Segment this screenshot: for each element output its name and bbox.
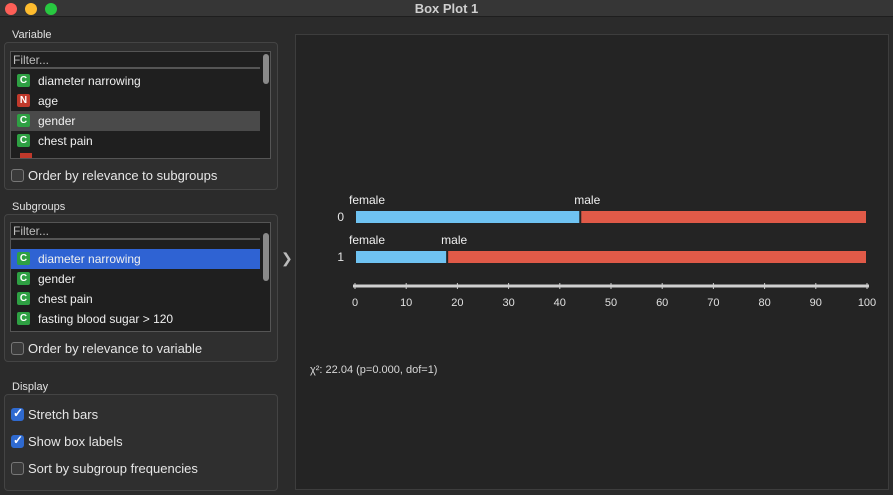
partial-item-badge [20,153,32,158]
x-tick-label: 100 [858,297,876,309]
variable-type-badge: C [17,114,30,127]
order-by-relevance-variable-label: Order by relevance to variable [28,341,203,356]
variable-item[interactable]: C diameter narrowing [11,71,260,91]
x-tick-label: 40 [554,297,566,309]
x-tick-label: 50 [605,297,617,309]
x-tick-label: 20 [451,297,463,309]
variable-item-label: gender [38,114,76,128]
bar-segment [356,211,580,223]
sort-by-subgroup-frequencies-checkbox[interactable] [11,462,24,475]
box-plot-chart: 0 female male 1 female male 0 10 20 30 40 50 60 70 80 9… [310,193,876,376]
display-group: Stretch bars Show box labels Sort by sub… [4,394,278,491]
variable-item[interactable]: N age [11,91,260,111]
title-bar: Box Plot 1 [0,0,893,17]
x-tick-label: 90 [810,297,822,309]
sort-by-subgroup-frequencies-label: Sort by subgroup frequencies [28,461,198,476]
box-label: male [574,193,600,207]
variable-scrollbar[interactable] [263,54,269,84]
x-tick-label: 80 [758,297,770,309]
subgroups-type-badge: C [17,312,30,325]
variable-group: Filter... C diameter narrowing N age C g… [4,42,278,190]
variable-item-label: chest pain [38,134,93,148]
x-tick-label: 60 [656,297,668,309]
show-box-labels-label: Show box labels [28,434,123,449]
variable-type-badge: N [17,94,30,107]
x-tick-label: 0 [352,297,358,309]
order-by-relevance-subgroups-checkbox[interactable] [11,169,24,182]
subgroups-item-selected[interactable]: C diameter narrowing [11,249,260,269]
window-title: Box Plot 1 [414,1,479,16]
x-tick-label: 30 [502,297,514,309]
subgroups-type-badge: C [17,252,30,265]
row-label: 0 [337,210,344,224]
subgroups-type-badge: C [17,292,30,305]
subgroups-item-label: fasting blood sugar > 120 [38,312,174,326]
variable-item-selected[interactable]: C gender [11,111,260,131]
box-label: female [349,193,385,207]
x-tick-label: 10 [400,297,412,309]
box-label: male [441,233,467,247]
subgroups-item[interactable]: C gender [11,269,260,289]
show-box-labels-checkbox[interactable] [11,433,24,448]
stretch-bars-label: Stretch bars [28,407,99,422]
box-label: female [349,233,385,247]
x-tick-label: 70 [707,297,719,309]
collapse-panel-icon[interactable]: ❯ [281,250,293,267]
bar-segment [448,251,866,263]
row-label: 1 [337,250,344,264]
variable-list[interactable]: Filter... C diameter narrowing N age C g… [10,51,271,159]
variable-section-label: Variable [12,29,52,41]
subgroups-scrollbar[interactable] [263,233,269,281]
subgroups-list[interactable]: Filter... C diameter narrowing C gender … [10,222,271,332]
subgroups-section-label: Subgroups [12,201,66,213]
subgroups-item-label: gender [38,272,76,286]
order-by-relevance-variable-checkbox[interactable] [11,342,24,355]
subgroups-type-badge: C [17,272,30,285]
stretch-bars-checkbox[interactable] [11,406,24,421]
variable-filter-input[interactable]: Filter... [11,52,260,69]
subgroups-item[interactable]: C chest pain [11,289,260,309]
bar-segment [356,251,447,263]
variable-item[interactable]: C chest pain [11,131,260,151]
subgroups-item[interactable]: C fasting blood sugar > 120 [11,309,260,329]
display-section-label: Display [12,381,49,393]
variable-item-label: diameter narrowing [38,74,141,88]
subgroups-filter-input[interactable]: Filter... [11,223,260,240]
variable-type-badge: C [17,74,30,87]
subgroups-group: Filter... C diameter narrowing C gender … [4,214,278,362]
order-by-relevance-subgroups-label: Order by relevance to subgroups [28,168,218,183]
subgroups-item-label: chest pain [38,292,93,306]
variable-item-label: age [38,94,59,108]
subgroups-item-label: diameter narrowing [38,252,141,266]
bar-segment [581,211,866,223]
plot-area: 0 female male 1 female male 0 10 20 30 40 50 60 70 80 9… [295,34,889,490]
variable-type-badge: C [17,134,30,147]
chi-square-stat: χ²: 22.04 (p=0.000, dof=1) [310,364,437,376]
